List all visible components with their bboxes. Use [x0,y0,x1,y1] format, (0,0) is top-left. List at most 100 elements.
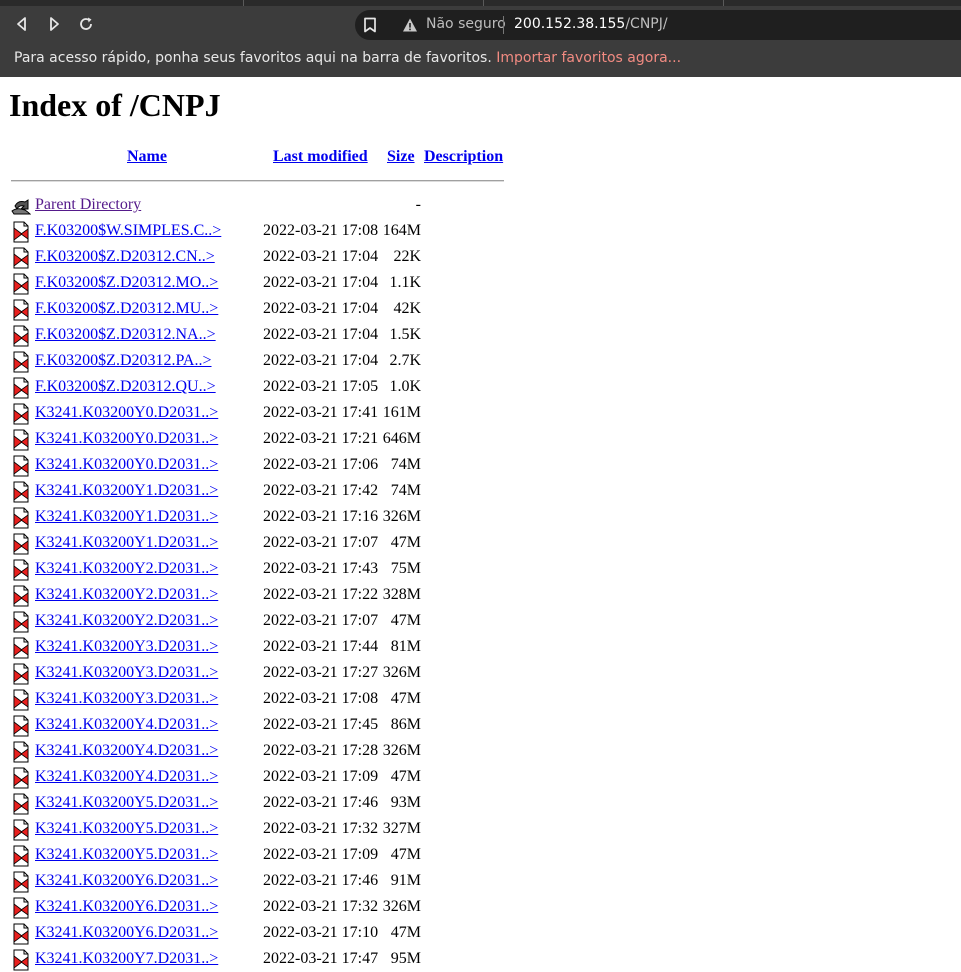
file-size: 326M [382,664,421,681]
file-modified: 2022-03-21 17:45 [263,716,379,733]
file-link[interactable]: K3241.K03200Y7.D2031..> [35,950,218,968]
table-row: K3241.K03200Y0.D2031..> 2022-03-21 17:06 7… [0,452,961,478]
forward-button[interactable] [43,13,65,35]
file-link[interactable]: F.K03200$W.SIMPLES.C..> [35,222,221,240]
column-header-name[interactable]: Name [127,148,167,166]
bookmarks-prompt: Para acesso rápido, ponha seus favoritos… [14,50,492,66]
file-size: 81M [390,638,421,655]
file-modified: 2022-03-21 17:46 [263,794,379,811]
file-link[interactable]: F.K03200$Z.D20312.PA..> [35,352,212,370]
directory-listing: Name Last modified Size Description Pare… [0,77,961,971]
column-header-last-modified[interactable]: Last modified [273,148,368,166]
file-link[interactable]: K3241.K03200Y3.D2031..> [35,690,218,708]
compressed-file-icon [13,897,29,919]
file-size: 1.5K [389,326,421,343]
column-header-size[interactable]: Size [387,148,415,166]
file-link[interactable]: K3241.K03200Y4.D2031..> [35,768,218,786]
file-link[interactable]: K3241.K03200Y4.D2031..> [35,742,218,760]
file-size: 161M [382,404,421,421]
file-link[interactable]: K3241.K03200Y0.D2031..> [35,404,218,422]
bookmarks-bar-message: Para acesso rápido, ponha seus favoritos… [14,49,681,67]
table-row: K3241.K03200Y5.D2031..> 2022-03-21 17:46 9… [0,790,961,816]
reload-button[interactable] [75,13,97,35]
file-modified: 2022-03-21 17:47 [263,950,379,967]
compressed-file-icon [13,351,29,373]
url-host: 200.152.38.155 [514,16,626,32]
file-link[interactable]: K3241.K03200Y3.D2031..> [35,664,218,682]
file-link[interactable]: K3241.K03200Y1.D2031..> [35,482,218,500]
file-link[interactable]: F.K03200$Z.D20312.QU..> [35,378,216,396]
file-size: 74M [390,456,421,473]
file-link[interactable]: K3241.K03200Y6.D2031..> [35,872,218,890]
file-size: 1.1K [389,274,421,291]
file-modified: 2022-03-21 17:42 [263,482,379,499]
file-link[interactable]: K3241.K03200Y2.D2031..> [35,586,218,604]
security-label[interactable]: Não seguro [426,15,506,33]
file-modified: 2022-03-21 17:08 [263,690,379,707]
parent-directory-link[interactable]: Parent Directory [35,196,141,214]
file-size: 47M [390,846,421,863]
file-size: 2.7K [389,352,421,369]
compressed-file-icon [13,767,29,789]
table-row: K3241.K03200Y3.D2031..> 2022-03-21 17:44 8… [0,634,961,660]
file-modified: 2022-03-21 17:08 [263,222,379,239]
file-link[interactable]: K3241.K03200Y2.D2031..> [35,560,218,578]
table-row: F.K03200$W.SIMPLES.C..> 2022-03-21 17:08 1… [0,218,961,244]
file-link[interactable]: F.K03200$Z.D20312.CN..> [35,248,215,266]
file-size: 47M [390,612,421,629]
reload-icon [80,17,92,30]
file-size: 164M [382,222,421,239]
compressed-file-icon [13,377,29,399]
file-link[interactable]: K3241.K03200Y4.D2031..> [35,716,218,734]
file-link[interactable]: K3241.K03200Y0.D2031..> [35,430,218,448]
parent-directory-row: Parent Directory - [0,192,961,218]
table-row: F.K03200$Z.D20312.NA..> 2022-03-21 17:04 1… [0,322,961,348]
parent-size: - [415,196,421,213]
compressed-file-icon [13,689,29,711]
url-text[interactable]: 200.152.38.155/CNPJ/ [514,15,668,33]
file-modified: 2022-03-21 17:16 [263,508,379,525]
page-content: Index of /CNPJ Name Last modified Size D… [0,77,961,971]
table-row: K3241.K03200Y3.D2031..> 2022-03-21 17:27 3… [0,660,961,686]
file-link[interactable]: K3241.K03200Y5.D2031..> [35,794,218,812]
table-row: F.K03200$Z.D20312.PA..> 2022-03-21 17:04 2… [0,348,961,374]
table-row: K3241.K03200Y4.D2031..> 2022-03-21 17:45 8… [0,712,961,738]
file-link[interactable]: F.K03200$Z.D20312.MO..> [35,274,218,292]
file-modified: 2022-03-21 17:28 [263,742,379,759]
file-link[interactable]: K3241.K03200Y3.D2031..> [35,638,218,656]
file-size: 326M [382,508,421,525]
file-modified: 2022-03-21 17:04 [263,352,379,369]
file-modified: 2022-03-21 17:27 [263,664,379,681]
back-folder-icon [11,199,31,215]
file-size: 74M [390,482,421,499]
file-link[interactable]: K3241.K03200Y0.D2031..> [35,456,218,474]
table-row: F.K03200$Z.D20312.QU..> 2022-03-21 17:05 1… [0,374,961,400]
file-link[interactable]: K3241.K03200Y5.D2031..> [35,846,218,864]
import-bookmarks-link[interactable]: Importar favoritos agora... [496,50,681,66]
file-link[interactable]: K3241.K03200Y6.D2031..> [35,924,218,942]
file-size: 47M [390,768,421,785]
file-link[interactable]: K3241.K03200Y5.D2031..> [35,820,218,838]
file-modified: 2022-03-21 17:32 [263,820,379,837]
file-size: 93M [390,794,421,811]
file-link[interactable]: K3241.K03200Y1.D2031..> [35,534,218,552]
table-row: K3241.K03200Y1.D2031..> 2022-03-21 17:16 3… [0,504,961,530]
file-modified: 2022-03-21 17:21 [263,430,379,447]
file-link[interactable]: K3241.K03200Y2.D2031..> [35,612,218,630]
table-row: K3241.K03200Y2.D2031..> 2022-03-21 17:22 3… [0,582,961,608]
browser-toolbar: Não seguro 200.152.38.155/CNPJ/ [0,0,961,46]
file-link[interactable]: F.K03200$Z.D20312.MU..> [35,300,218,318]
file-modified: 2022-03-21 17:05 [263,378,379,395]
file-size: 328M [382,586,421,603]
file-link[interactable]: K3241.K03200Y6.D2031..> [35,898,218,916]
file-modified: 2022-03-21 17:04 [263,326,379,343]
compressed-file-icon [13,325,29,347]
file-link[interactable]: K3241.K03200Y1.D2031..> [35,508,218,526]
back-button[interactable] [11,13,33,35]
table-row: F.K03200$Z.D20312.CN..> 2022-03-21 17:04 2… [0,244,961,270]
file-link[interactable]: F.K03200$Z.D20312.NA..> [35,326,216,344]
table-row: K3241.K03200Y4.D2031..> 2022-03-21 17:28 3… [0,738,961,764]
warning-icon[interactable] [402,17,418,33]
column-header-description[interactable]: Description [424,148,503,166]
bookmark-star-button[interactable] [360,14,380,36]
